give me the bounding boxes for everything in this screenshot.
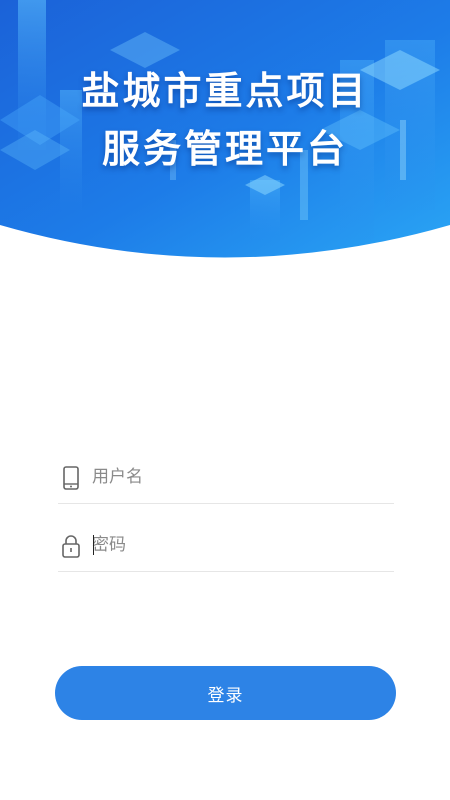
password-input[interactable] bbox=[92, 529, 382, 561]
username-field bbox=[58, 455, 394, 504]
app-title-line2: 服务管理平台 bbox=[101, 127, 348, 171]
phone-icon bbox=[60, 465, 82, 491]
username-input[interactable] bbox=[92, 461, 382, 493]
lock-icon bbox=[60, 533, 82, 559]
header-banner: 盐城市重点项目 服务管理平台 bbox=[0, 0, 450, 260]
app-title-line1: 盐城市重点项目 bbox=[81, 69, 369, 113]
text-caret bbox=[93, 535, 94, 555]
password-field bbox=[58, 523, 394, 572]
login-button[interactable]: 登录 bbox=[55, 666, 396, 720]
login-screen: 盐城市重点项目 服务管理平台 登录 bbox=[0, 0, 450, 800]
